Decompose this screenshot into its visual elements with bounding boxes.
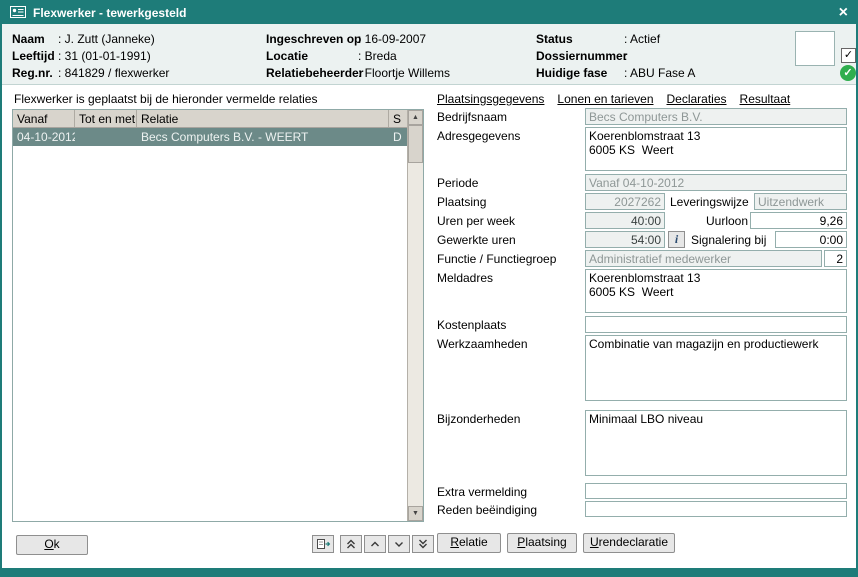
functie-field: Administratief medewerker <box>585 250 822 267</box>
regnr-value: 841829 / flexwerker <box>58 66 169 80</box>
double-chevron-up-icon <box>345 538 357 550</box>
bijzonderheden-field[interactable]: Minimaal LBO niveau <box>585 410 847 476</box>
locatie-value: Breda <box>358 49 397 63</box>
placements-table: Vanaf Tot en met Relatie S 04-10-2012 Be… <box>12 109 424 522</box>
urendeclaratie-button[interactable]: Urendeclaratie <box>583 533 675 553</box>
column-header-vanaf: Vanaf <box>13 110 75 127</box>
periode-field: Vanaf 04-10-2012 <box>585 174 847 191</box>
bedrijfsnaam-field: Becs Computers B.V. <box>585 108 847 125</box>
functie-label: Functie / Functiegroep <box>437 252 556 266</box>
ingeschreven-value: 16-09-2007 <box>358 32 426 46</box>
cell-vanaf: 04-10-2012 <box>13 128 75 146</box>
plaatsingsnummer-field: 2027262 <box>585 193 665 210</box>
cell-tot-en-met <box>75 128 137 146</box>
scrollbar-thumb[interactable] <box>408 125 423 163</box>
chevron-up-icon <box>369 538 381 550</box>
cell-s: D <box>389 128 407 146</box>
uurloon-label: Uurloon <box>706 214 748 228</box>
reden-beeindiging-label: Reden beëindiging <box>437 503 537 517</box>
insert-record-icon <box>316 538 331 550</box>
plaatsing-button[interactable]: Plaatsing <box>507 533 577 553</box>
info-icon[interactable]: i <box>668 231 685 248</box>
table-row[interactable]: 04-10-2012 Becs Computers B.V. - WEERT D <box>13 128 407 146</box>
column-header-s: S <box>389 110 407 127</box>
relatiebeheerder-value: Floortje Willems <box>358 66 450 80</box>
table-header-row: Vanaf Tot en met Relatie S <box>13 110 407 128</box>
signalering-field[interactable]: 0:00 <box>775 231 847 248</box>
titlebar: Flexwerker - tewerkgesteld × <box>2 2 856 24</box>
adresgegevens-label: Adresgegevens <box>437 129 520 143</box>
reden-beeindiging-field[interactable] <box>585 501 847 517</box>
first-record-button[interactable] <box>340 535 362 553</box>
leveringswijze-label: Leveringswijze <box>670 195 749 209</box>
relatiebeheerder-label: Relatiebeheerder <box>266 66 363 80</box>
status-ok-icon: ✓ <box>840 65 856 81</box>
flexwerker-window: Flexwerker - tewerkgesteld × Naam J. Zut… <box>0 0 858 577</box>
header-checkbox[interactable]: ✓ <box>841 48 856 63</box>
leeftijd-value: 31 (01-01-1991) <box>58 49 151 63</box>
last-record-button[interactable] <box>412 535 434 553</box>
regnr-label: Reg.nr. <box>12 66 53 80</box>
extra-vermelding-field[interactable] <box>585 483 847 499</box>
relatie-button[interactable]: Relatie <box>437 533 501 553</box>
tab-resultaat[interactable]: Resultaat <box>740 92 791 106</box>
tab-declaraties[interactable]: Declaraties <box>667 92 727 106</box>
werkzaamheden-field[interactable]: Combinatie van magazijn en productiewerk <box>585 335 847 401</box>
chevron-down-icon <box>393 538 405 550</box>
signalering-label: Signalering bij <box>691 233 766 247</box>
naam-label: Naam <box>12 32 45 46</box>
kostenplaats-field[interactable] <box>585 316 847 333</box>
column-header-tot-en-met: Tot en met <box>75 110 137 127</box>
ingeschreven-label: Ingeschreven op <box>266 32 361 46</box>
bijzonderheden-label: Bijzonderheden <box>437 412 520 426</box>
table-scrollbar[interactable]: ▲ ▼ <box>407 110 423 521</box>
photo-placeholder <box>795 31 835 66</box>
uren-per-week-label: Uren per week <box>437 214 515 228</box>
detail-tabs: Plaatsingsgegevens Lonen en tarieven Dec… <box>437 92 790 106</box>
leeftijd-label: Leeftijd <box>12 49 55 63</box>
meldadres-label: Meldadres <box>437 271 493 285</box>
checkbox-check-icon: ✓ <box>844 49 853 61</box>
column-header-relatie: Relatie <box>137 110 389 127</box>
dossiernummer-label: Dossiernummer <box>536 49 627 63</box>
previous-record-button[interactable] <box>364 535 386 553</box>
person-header: Naam J. Zutt (Janneke) Leeftijd 31 (01-0… <box>2 24 856 85</box>
gewerkte-uren-field: 54:00 <box>585 231 665 248</box>
close-icon[interactable]: × <box>839 5 848 21</box>
placements-caption: Flexwerker is geplaatst bij de hieronder… <box>14 92 317 106</box>
locatie-label: Locatie <box>266 49 308 63</box>
kostenplaats-label: Kostenplaats <box>437 318 506 332</box>
scroll-down-icon[interactable]: ▼ <box>408 506 423 521</box>
insert-record-button[interactable] <box>312 535 334 553</box>
next-record-button[interactable] <box>388 535 410 553</box>
flexworker-card-icon <box>10 6 26 21</box>
adresgegevens-field[interactable]: Koerenblomstraat 13 6005 KS Weert <box>585 127 847 171</box>
window-title: Flexwerker - tewerkgesteld <box>33 6 832 20</box>
leveringswijze-field: Uitzendwerk <box>754 193 847 210</box>
dossiernummer-value <box>624 49 627 63</box>
cell-relatie: Becs Computers B.V. - WEERT <box>137 128 389 146</box>
tab-plaatsingsgegevens[interactable]: Plaatsingsgegevens <box>437 92 544 106</box>
uren-per-week-field[interactable]: 40:00 <box>585 212 665 229</box>
scroll-up-icon[interactable]: ▲ <box>408 110 423 125</box>
double-chevron-down-icon <box>417 538 429 550</box>
huidige-fase-value: ABU Fase A <box>624 66 695 80</box>
window-bottom-border <box>2 568 856 575</box>
huidige-fase-label: Huidige fase <box>536 66 607 80</box>
werkzaamheden-label: Werkzaamheden <box>437 337 528 351</box>
plaatsing-label: Plaatsing <box>437 195 486 209</box>
naam-value: J. Zutt (Janneke) <box>58 32 155 46</box>
status-value: Actief <box>624 32 660 46</box>
extra-vermelding-label: Extra vermelding <box>437 485 527 499</box>
ok-button[interactable]: Ok <box>16 535 88 555</box>
uurloon-field[interactable]: 9,26 <box>750 212 847 229</box>
functiegroep-field[interactable]: 2 <box>824 250 847 267</box>
gewerkte-uren-label: Gewerkte uren <box>437 233 516 247</box>
meldadres-field[interactable]: Koerenblomstraat 13 6005 KS Weert <box>585 269 847 313</box>
periode-label: Periode <box>437 176 478 190</box>
status-label: Status <box>536 32 573 46</box>
tab-lonen-en-tarieven[interactable]: Lonen en tarieven <box>557 92 653 106</box>
bedrijfsnaam-label: Bedrijfsnaam <box>437 110 507 124</box>
